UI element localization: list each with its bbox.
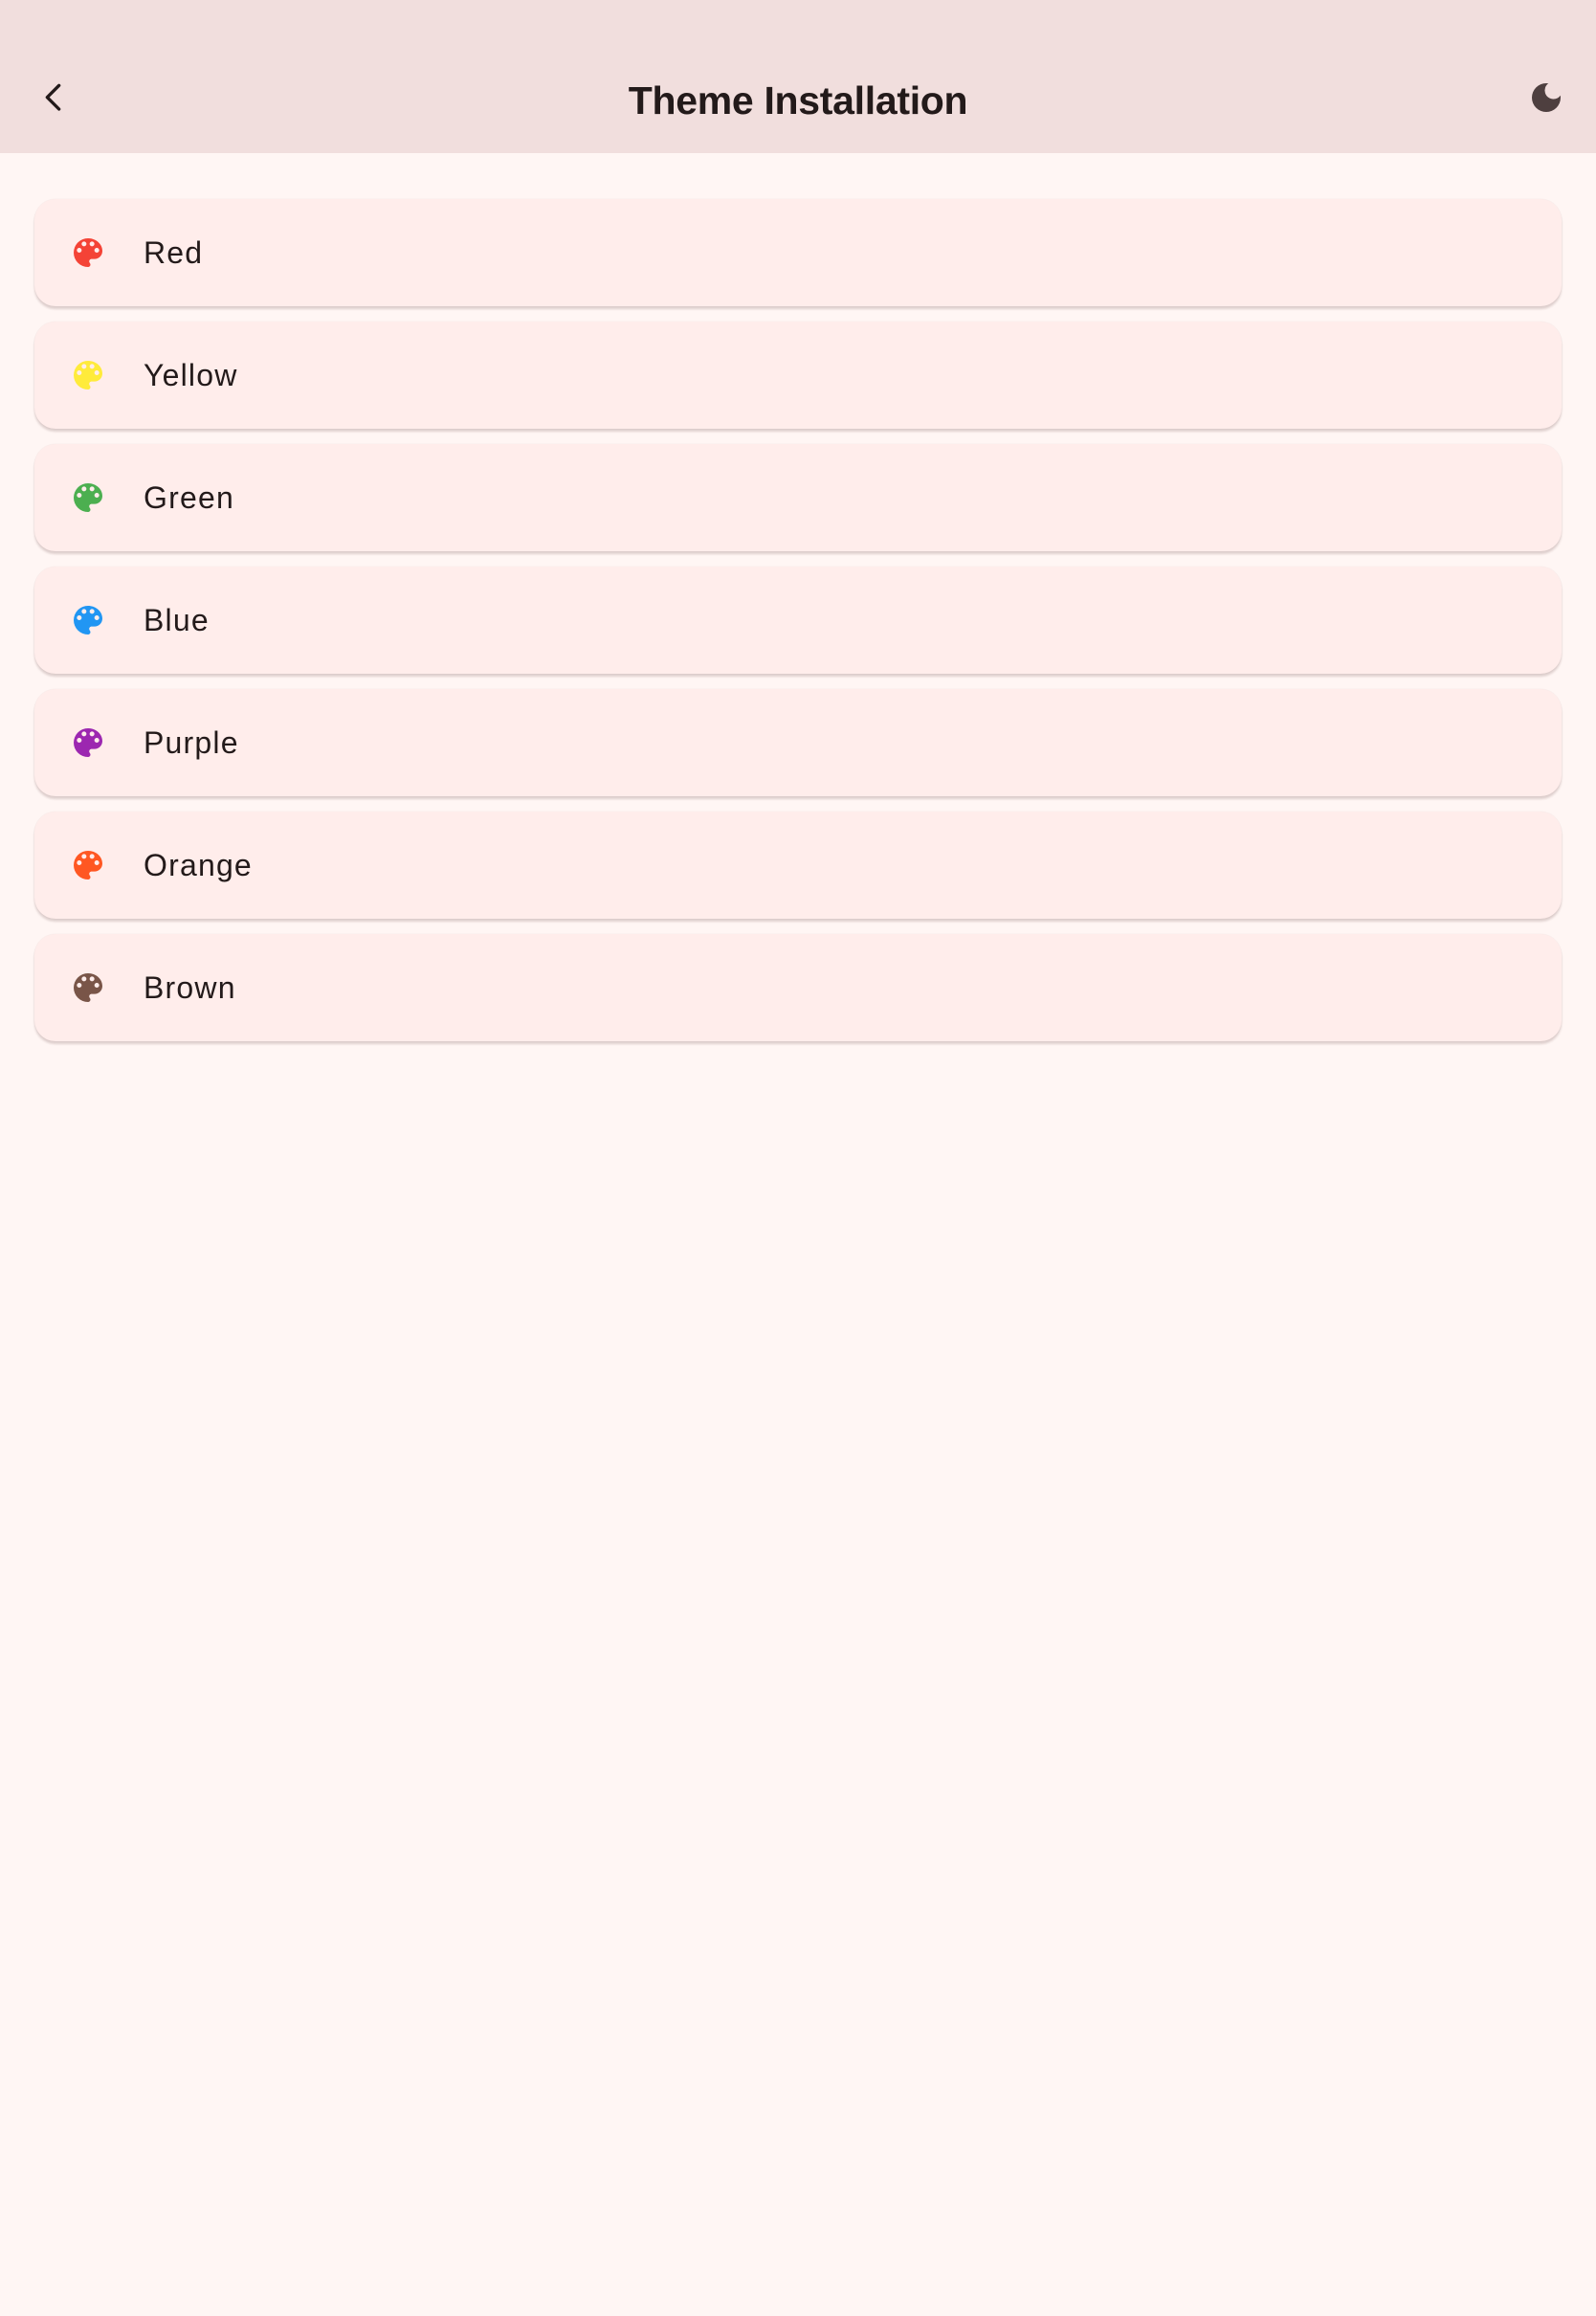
- theme-item-green[interactable]: Green: [34, 444, 1562, 551]
- palette-icon: [69, 969, 107, 1007]
- theme-item-blue[interactable]: Blue: [34, 567, 1562, 674]
- palette-icon: [69, 846, 107, 884]
- page-title: Theme Installation: [628, 78, 968, 122]
- theme-list: Red Yellow Green Blue Purple Orange Brow…: [34, 199, 1562, 1057]
- theme-item-yellow[interactable]: Yellow: [34, 322, 1562, 429]
- palette-icon: [69, 479, 107, 517]
- theme-label: Red: [144, 234, 204, 270]
- theme-item-purple[interactable]: Purple: [34, 689, 1562, 796]
- theme-item-brown[interactable]: Brown: [34, 934, 1562, 1041]
- dark-mode-toggle-button[interactable]: [1512, 63, 1581, 136]
- palette-icon: [69, 601, 107, 639]
- theme-label: Purple: [144, 724, 239, 760]
- palette-icon: [69, 356, 107, 394]
- palette-icon: [69, 724, 107, 762]
- theme-label: Brown: [144, 969, 236, 1005]
- theme-item-orange[interactable]: Orange: [34, 812, 1562, 919]
- theme-item-red[interactable]: Red: [34, 199, 1562, 306]
- theme-label: Yellow: [144, 357, 238, 392]
- theme-label: Blue: [144, 602, 210, 637]
- moon-icon: [1527, 78, 1565, 122]
- theme-label: Green: [144, 479, 234, 515]
- app-bar: Theme Installation: [0, 0, 1596, 153]
- palette-icon: [69, 234, 107, 272]
- theme-label: Orange: [144, 847, 253, 882]
